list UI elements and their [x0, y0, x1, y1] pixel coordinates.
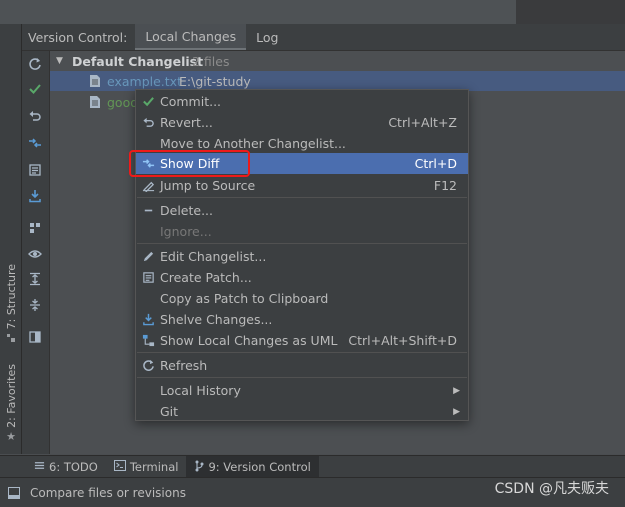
structure-tab-label: 7: Structure [4, 264, 18, 330]
branch-icon [194, 460, 204, 475]
undo-icon [141, 116, 155, 130]
tool-window-header: Version Control: Local Changes Log [22, 24, 625, 51]
refresh-icon [141, 359, 155, 373]
menu-separator [137, 197, 467, 198]
collapse-all-icon[interactable] [26, 296, 44, 314]
pencil-icon [141, 250, 155, 264]
submenu-arrow-icon: ▶ [453, 385, 460, 396]
preview-diff-icon[interactable] [26, 328, 44, 346]
status-toggle-icon[interactable] [8, 486, 20, 499]
tab-todo[interactable]: 6: TODO [26, 456, 106, 478]
tab-local-changes[interactable]: Local Changes [135, 24, 247, 50]
menu-shelve-changes[interactable]: Shelve Changes... [136, 309, 468, 330]
context-menu: Commit... Revert... Ctrl+Alt+Z Move to A… [135, 89, 469, 421]
menu-commit[interactable]: Commit... [136, 91, 468, 112]
favorites-tab-label: 2: Favorites [4, 364, 18, 428]
menu-separator [137, 352, 467, 353]
menu-copy-as-patch[interactable]: Copy as Patch to Clipboard [136, 288, 468, 309]
menu-delete[interactable]: Delete... [136, 200, 468, 221]
menu-git[interactable]: Git ▶ [136, 401, 468, 422]
structure-icon [6, 333, 16, 343]
left-tool-strip: 7: Structure 2: Favorites ★ [0, 24, 22, 454]
tab-terminal[interactable]: Terminal [106, 456, 187, 478]
minus-icon [141, 204, 155, 218]
menu-jump-to-source[interactable]: Jump to Source F12 [136, 175, 468, 196]
menu-local-history[interactable]: Local History ▶ [136, 380, 468, 401]
bottom-tool-tabs: 6: TODO Terminal 9: Version Control [0, 455, 625, 478]
expand-all-icon[interactable] [26, 270, 44, 288]
diff-icon[interactable] [26, 134, 44, 152]
tab-log[interactable]: Log [246, 24, 288, 50]
menu-separator [137, 377, 467, 378]
tool-window-title: Version Control: [28, 29, 128, 45]
status-text: Compare files or revisions [30, 485, 186, 500]
file-path: E:\git-study [179, 73, 251, 89]
check-icon [141, 95, 155, 109]
menu-revert[interactable]: Revert... Ctrl+Alt+Z [136, 112, 468, 133]
changelist-row[interactable]: ▼ Default Changelist 2 files [50, 51, 625, 71]
structure-tab[interactable]: 7: Structure [1, 264, 21, 343]
patch-icon [141, 271, 155, 285]
file-icon [90, 75, 100, 90]
watermark: CSDN @凡夫贩夫 [494, 481, 609, 497]
highlight-annotation-box [129, 150, 250, 177]
file-name: example.txt [107, 73, 182, 89]
vcs-toolbar [22, 51, 50, 454]
update-download-icon[interactable] [26, 187, 44, 205]
favorites-tab[interactable]: 2: Favorites ★ [1, 364, 21, 444]
expand-arrow-icon[interactable]: ▼ [56, 56, 63, 66]
menu-show-uml[interactable]: Show Local Changes as UML Ctrl+Alt+Shift… [136, 330, 468, 351]
changelist-icon[interactable] [26, 161, 44, 179]
edit-source-icon [141, 179, 155, 193]
group-by-icon[interactable] [26, 219, 44, 237]
rollback-icon[interactable] [26, 107, 44, 125]
submenu-arrow-icon: ▶ [453, 406, 460, 417]
star-icon: ★ [6, 430, 16, 444]
terminal-icon [113, 460, 126, 474]
menu-refresh[interactable]: Refresh [136, 355, 468, 376]
changelist-count: 2 files [192, 53, 230, 69]
changelist-name: Default Changelist [72, 53, 204, 69]
refresh-icon[interactable] [26, 55, 44, 73]
file-icon [90, 96, 100, 111]
commit-check-icon[interactable] [26, 80, 44, 98]
shelve-icon [141, 313, 155, 327]
file-row-example[interactable]: example.txt E:\git-study [50, 71, 625, 91]
menu-separator [137, 243, 467, 244]
menu-edit-changelist[interactable]: Edit Changelist... [136, 246, 468, 267]
editor-area-strip [0, 0, 625, 24]
todo-icon [34, 460, 45, 474]
eye-icon[interactable] [26, 245, 44, 263]
menu-create-patch[interactable]: Create Patch... [136, 267, 468, 288]
uml-icon [141, 334, 155, 348]
file-name: good [107, 94, 139, 110]
tab-version-control[interactable]: 9: Version Control [186, 456, 319, 478]
menu-ignore[interactable]: Ignore... [136, 221, 468, 242]
